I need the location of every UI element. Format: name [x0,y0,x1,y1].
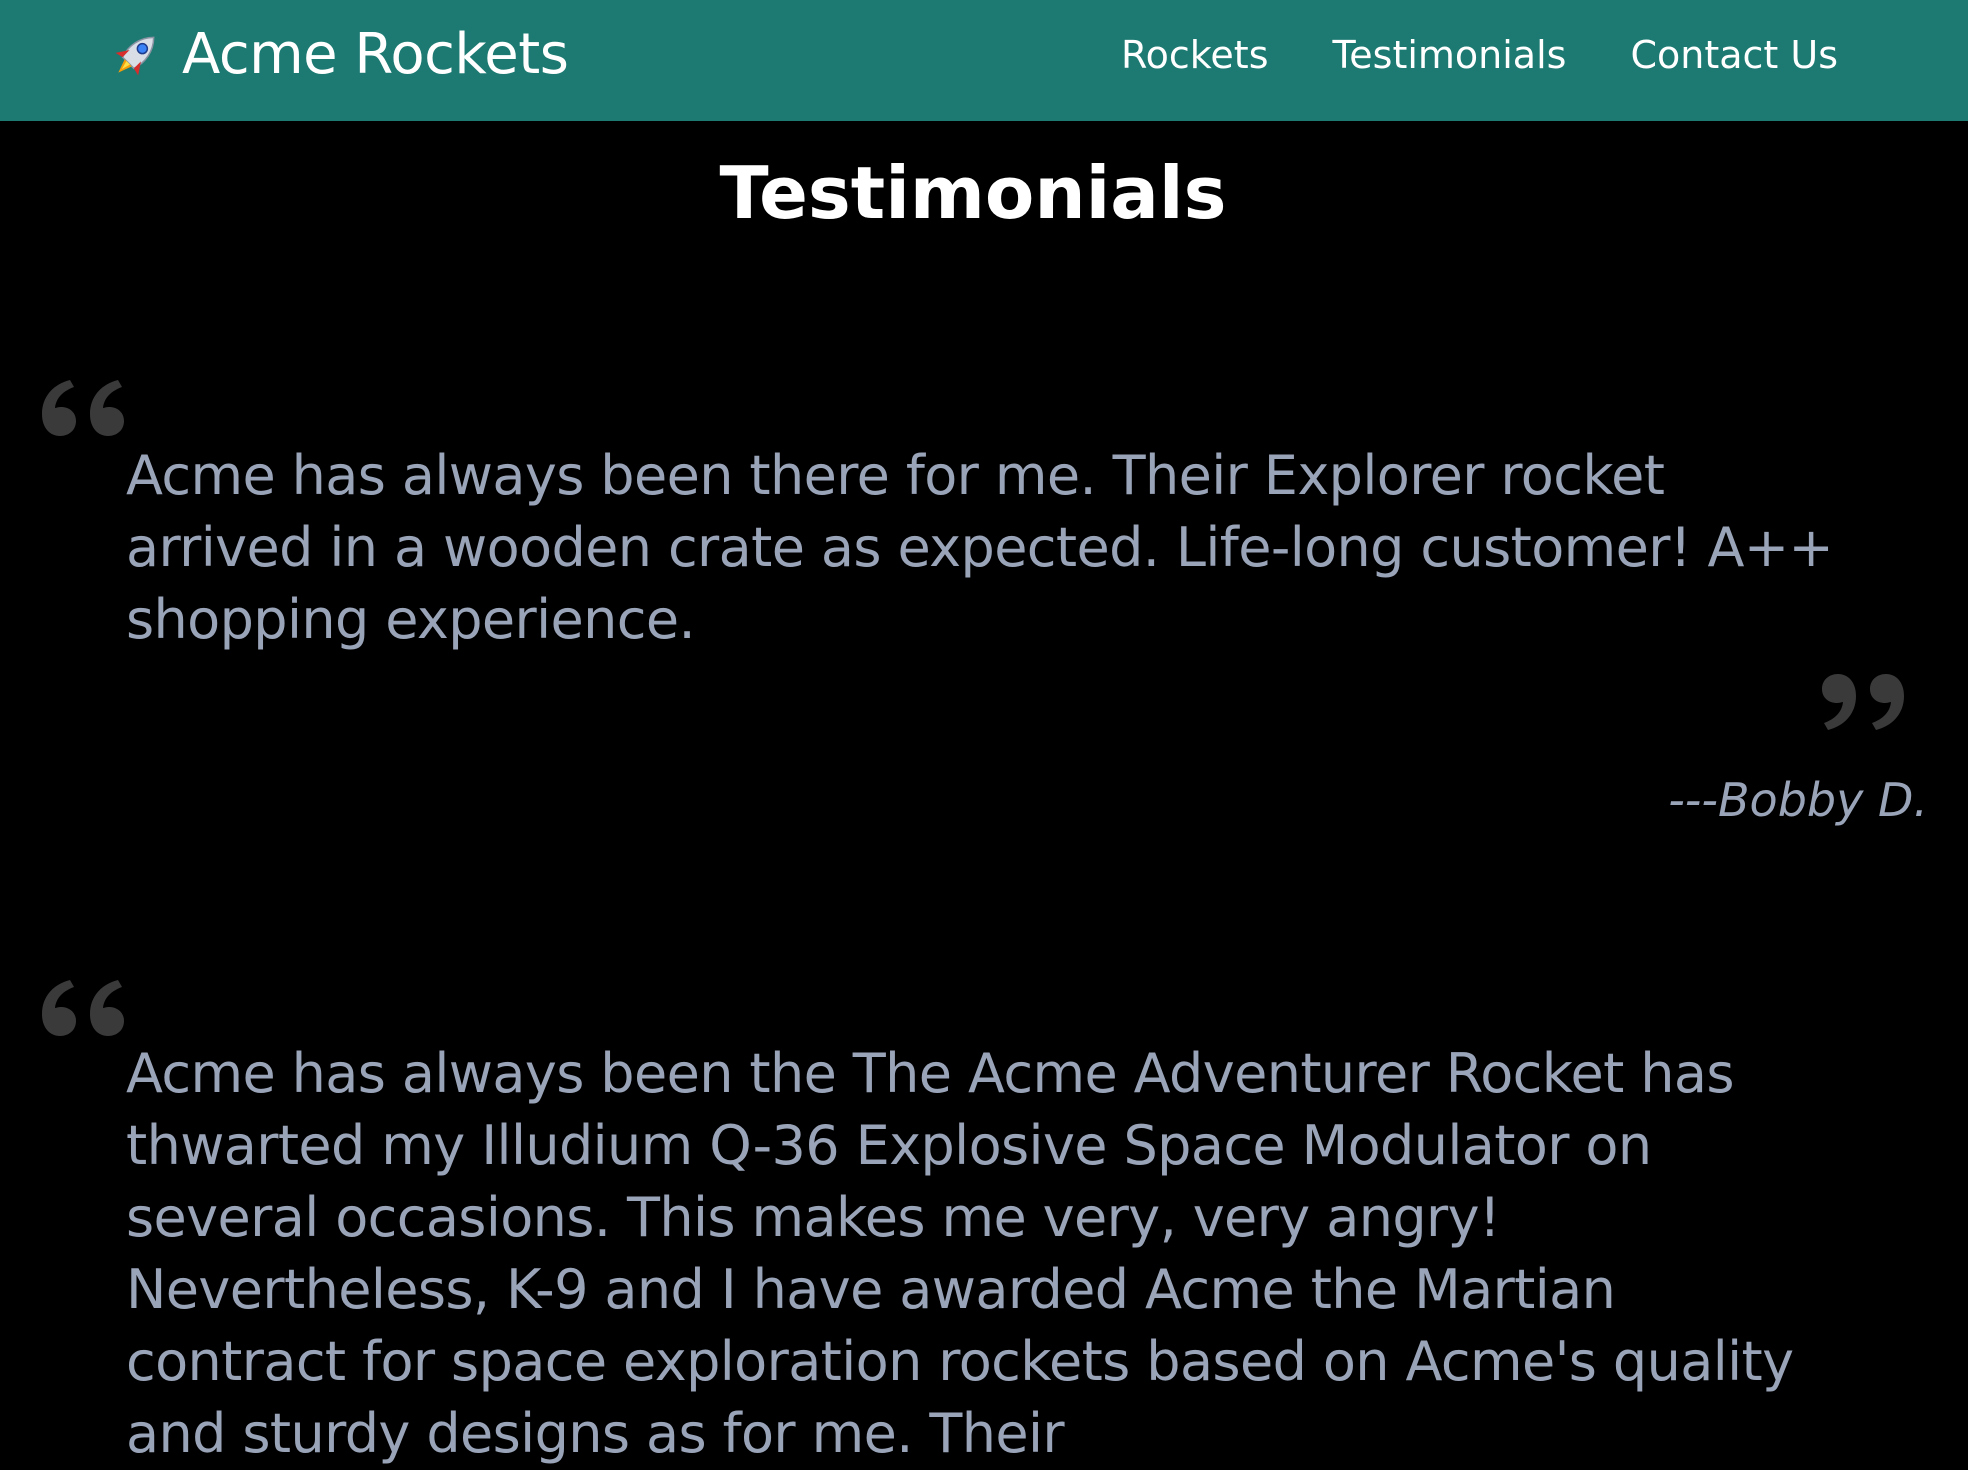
testimonial-text: Acme has always been the The Acme Advent… [126,1042,1794,1465]
rocket-icon [106,26,170,84]
nav-link-rockets[interactable]: Rockets [1121,30,1269,80]
open-quote-icon [36,970,126,1050]
open-quote-icon [36,370,126,450]
brand-link[interactable]: Acme Rockets [106,22,569,87]
nav-link-testimonials[interactable]: Testimonials [1333,30,1567,80]
testimonial-author: ---Bobby D. [1668,773,1928,827]
top-navbar: Acme Rockets Rockets Testimonials Contac… [0,0,1968,121]
testimonial-text: Acme has always been there for me. Their… [126,444,1834,651]
close-quote-icon [1820,660,1910,740]
brand-name: Acme Rockets [182,22,569,87]
nav-link-contact-us[interactable]: Contact Us [1630,30,1838,80]
page-title: Testimonials [719,151,1227,235]
main-nav: Rockets Testimonials Contact Us [1121,30,1838,80]
